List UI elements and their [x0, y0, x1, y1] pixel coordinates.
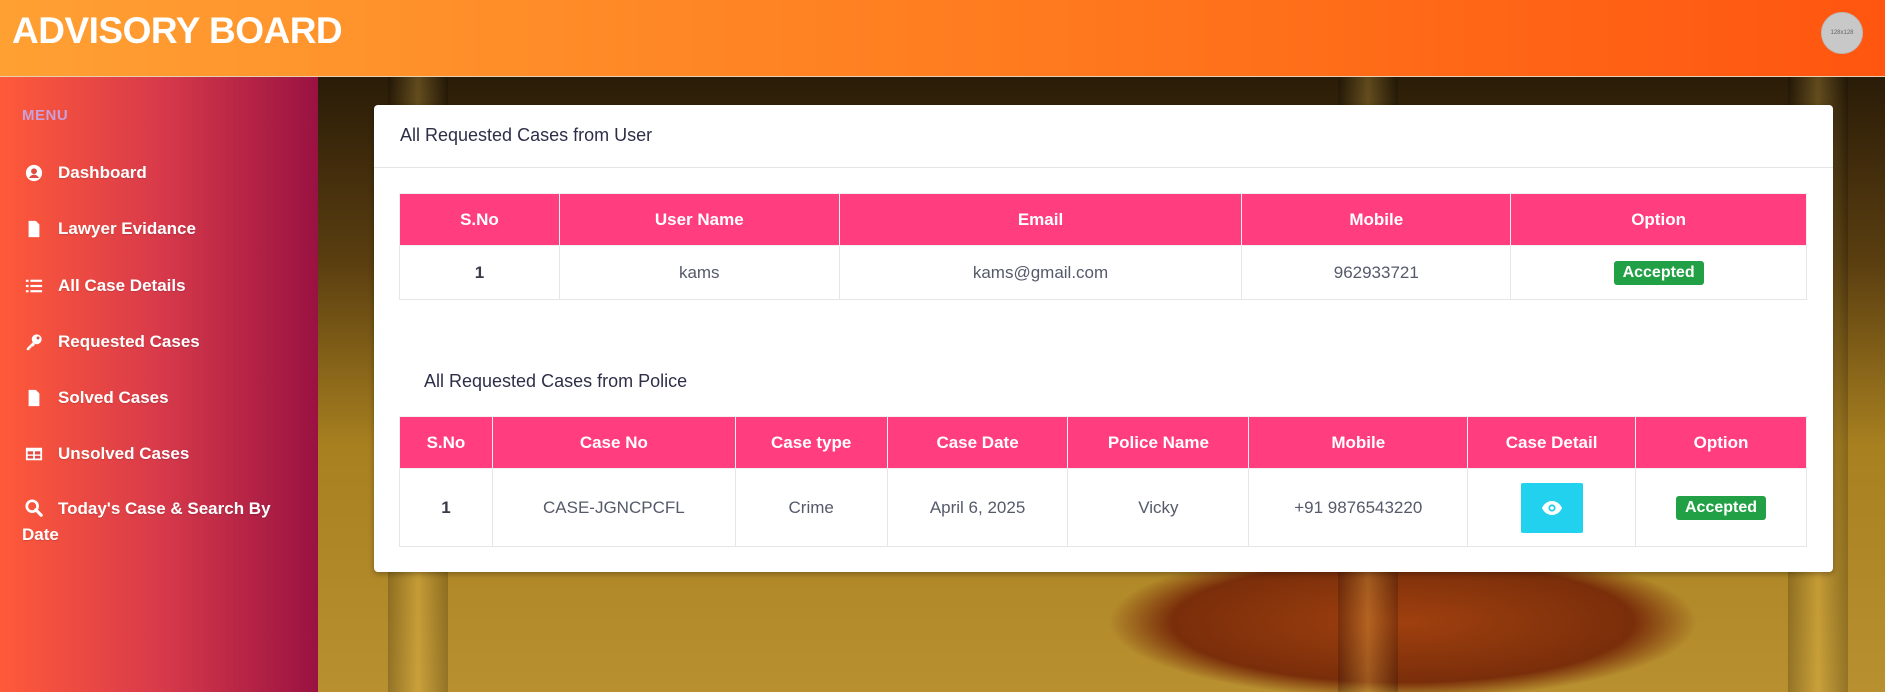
column-header: Mobile [1241, 193, 1512, 246]
column-header: Case No [491, 416, 736, 469]
column-header: Option [1635, 416, 1807, 469]
user-cases-table: S.No User Name Email Mobile Option 1 kam… [399, 193, 1807, 300]
column-header: S.No [399, 416, 493, 469]
police-cases-title: All Requested Cases from Police [424, 371, 688, 391]
sidebar-item-todays-case-search[interactable]: Today's Case & Search By Date [22, 496, 282, 548]
key-icon [22, 332, 46, 351]
sidebar-item-lawyer-evidance[interactable]: Lawyer Evidance [22, 219, 196, 239]
column-header: Mobile [1248, 416, 1469, 469]
column-header: Case Detail [1467, 416, 1637, 469]
accepted-badge: Accepted [1676, 495, 1767, 520]
sidebar-item-label: Today's Case & Search By Date [22, 498, 271, 544]
accepted-badge: Accepted [1613, 260, 1704, 285]
cell-email: kams@gmail.com [838, 245, 1243, 300]
sidebar-item-solved-cases[interactable]: Solved Cases [22, 388, 169, 408]
cell-case-no: CASE-JGNCPCFL [491, 468, 736, 547]
police-cases-table: S.No Case No Case type Case Date Police … [399, 416, 1807, 547]
cell-option: Accepted [1510, 245, 1807, 300]
column-header: S.No [399, 193, 560, 246]
top-navbar: ADVISORY BOARD 128x128 [0, 0, 1885, 77]
cell-police-name: Vicky [1067, 468, 1250, 547]
sidebar: MENU Dashboard Lawyer Evidance All Case … [0, 77, 318, 692]
table-icon [22, 444, 46, 463]
eye-icon [1541, 500, 1562, 515]
column-header: Case Date [886, 416, 1069, 469]
brand-title[interactable]: ADVISORY BOARD [12, 10, 343, 52]
cell-case-date: April 6, 2025 [886, 468, 1069, 547]
sidebar-item-label: All Case Details [58, 276, 186, 295]
file-icon [22, 388, 46, 407]
sidebar-item-label: Dashboard [58, 163, 147, 182]
user-cases-title: All Requested Cases from User [400, 125, 653, 145]
table-header-row: S.No Case No Case type Case Date Police … [399, 416, 1807, 469]
cell-mobile: +91 9876543220 [1248, 468, 1469, 547]
sidebar-item-label: Unsolved Cases [58, 444, 190, 463]
user-circle-icon [22, 163, 46, 182]
search-icon [22, 498, 46, 517]
card-header: All Requested Cases from User [374, 105, 1833, 168]
column-header: Email [838, 193, 1243, 246]
cell-mobile: 962933721 [1241, 245, 1512, 300]
column-header: User Name [558, 193, 840, 246]
cell-option: Accepted [1635, 468, 1807, 547]
cell-sno: 1 [399, 245, 560, 300]
column-header: Case type [734, 416, 888, 469]
list-icon [22, 276, 46, 295]
sidebar-item-label: Requested Cases [58, 332, 200, 351]
file-icon [22, 219, 46, 238]
cell-case-type: Crime [734, 468, 888, 547]
table-header-row: S.No User Name Email Mobile Option [399, 193, 1807, 246]
user-avatar[interactable]: 128x128 [1821, 12, 1863, 54]
sidebar-item-dashboard[interactable]: Dashboard [22, 163, 147, 183]
view-case-button[interactable] [1520, 482, 1583, 533]
menu-title: MENU [22, 107, 69, 124]
sidebar-item-unsolved-cases[interactable]: Unsolved Cases [22, 444, 189, 464]
column-header: Option [1510, 193, 1807, 246]
sidebar-item-requested-cases[interactable]: Requested Cases [22, 332, 200, 352]
table-row: 1 CASE-JGNCPCFL Crime April 6, 2025 Vick… [399, 468, 1807, 547]
sidebar-item-label: Solved Cases [58, 388, 169, 407]
content-card: All Requested Cases from User S.No User … [374, 105, 1833, 572]
cell-case-detail [1467, 468, 1637, 547]
sidebar-item-all-case-details[interactable]: All Case Details [22, 276, 186, 296]
sidebar-item-label: Lawyer Evidance [58, 219, 196, 238]
table-row: 1 kams kams@gmail.com 962933721 Accepted [399, 245, 1807, 300]
cell-sno: 1 [399, 468, 493, 547]
cell-user-name: kams [558, 245, 840, 300]
column-header: Police Name [1067, 416, 1250, 469]
